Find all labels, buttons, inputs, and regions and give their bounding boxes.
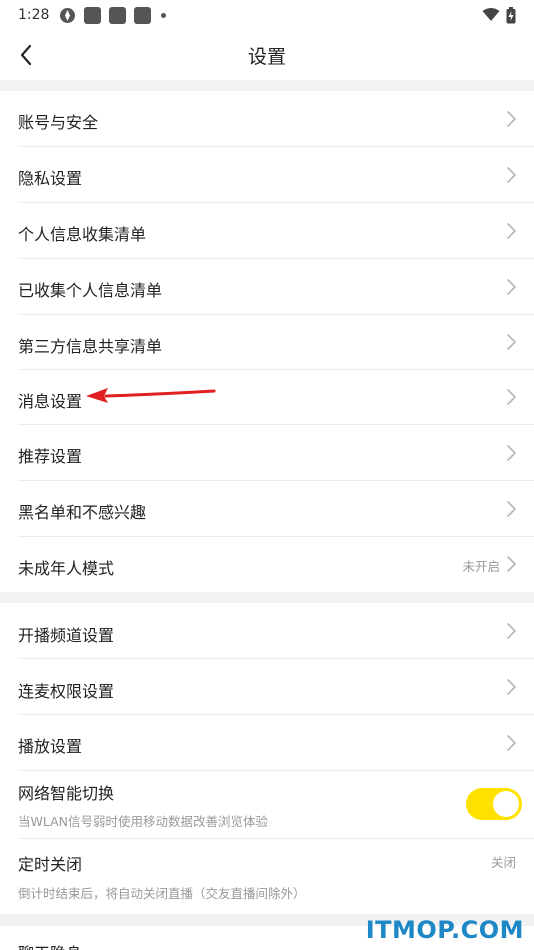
settings-item-label: 推荐设置 xyxy=(18,447,83,466)
minor-mode-status: 未开启 xyxy=(462,559,500,574)
settings-item-blacklist[interactable]: 黑名单和不感兴趣 xyxy=(0,481,534,537)
settings-item-label: 聊天隐身 xyxy=(18,940,82,950)
settings-item-label: 隐私设置 xyxy=(18,169,83,188)
settings-item-description: 当WLAN信号弱时使用移动数据改善浏览体验 xyxy=(18,814,269,829)
settings-item-network-switch: 网络智能切换 当WLAN信号弱时使用移动数据改善浏览体验 xyxy=(0,771,534,839)
settings-item-collected-info-list[interactable]: 已收集个人信息清单 xyxy=(0,259,534,315)
chevron-right-icon xyxy=(507,167,516,183)
settings-item-privacy[interactable]: 隐私设置 xyxy=(0,147,534,203)
chevron-right-icon xyxy=(507,389,516,405)
wifi-icon xyxy=(482,8,500,21)
notification-icon xyxy=(109,6,127,24)
status-time: 1:28 xyxy=(18,7,50,23)
chevron-right-icon xyxy=(507,111,516,127)
settings-item-label: 黑名单和不感兴趣 xyxy=(18,503,147,522)
settings-item-co-host-permission[interactable]: 连麦权限设置 xyxy=(0,659,534,715)
settings-item-broadcast-channel[interactable]: 开播频道设置 xyxy=(0,603,534,659)
settings-item-third-party-sharing[interactable]: 第三方信息共享清单 xyxy=(0,315,534,370)
settings-item-message[interactable]: 消息设置 xyxy=(0,370,534,425)
settings-item-label: 消息设置 xyxy=(18,392,83,411)
settings-item-recommendation[interactable]: 推荐设置 xyxy=(0,425,534,481)
battery-icon xyxy=(506,6,516,23)
settings-item-label: 已收集个人信息清单 xyxy=(18,281,163,300)
chevron-right-icon xyxy=(507,334,516,350)
back-button[interactable] xyxy=(12,41,40,69)
chevron-right-icon xyxy=(507,501,516,517)
network-switch-toggle[interactable] xyxy=(466,788,522,820)
settings-item-playback[interactable]: 播放设置 xyxy=(0,715,534,771)
settings-item-label: 未成年人模式 xyxy=(18,559,115,578)
section-gap xyxy=(0,80,534,91)
chevron-right-icon xyxy=(507,556,516,572)
status-bar: 1:28 xyxy=(0,0,534,30)
chevron-right-icon xyxy=(507,623,516,639)
notification-icon xyxy=(134,6,152,24)
settings-item-label: 连麦权限设置 xyxy=(18,682,115,701)
chevron-right-icon xyxy=(507,445,516,461)
settings-item-label: 账号与安全 xyxy=(18,113,99,132)
notification-icon xyxy=(84,6,102,24)
chevron-right-icon xyxy=(507,223,516,239)
timer-status: 关闭 xyxy=(490,855,516,870)
settings-item-label: 网络智能切换 xyxy=(18,784,115,803)
back-arrow-icon xyxy=(20,44,32,66)
settings-item-label: 个人信息收集清单 xyxy=(18,225,147,244)
watermark: ITMOP.COM xyxy=(365,916,524,944)
settings-item-label: 开播频道设置 xyxy=(18,626,115,645)
settings-item-label: 第三方信息共享清单 xyxy=(18,337,163,356)
more-notifications-dot xyxy=(161,12,167,18)
app-notification-icon xyxy=(60,7,76,23)
page-title: 设置 xyxy=(247,45,286,68)
settings-item-personal-info-list[interactable]: 个人信息收集清单 xyxy=(0,203,534,259)
chevron-right-icon xyxy=(507,735,516,751)
settings-item-timer-close[interactable]: 定时关闭 关闭 倒计时结束后，将自动关闭直播（交友直播间除外） xyxy=(0,839,534,914)
chevron-right-icon xyxy=(507,279,516,295)
nav-bar: 设置 xyxy=(0,30,534,80)
settings-item-account-security[interactable]: 账号与安全 xyxy=(0,91,534,147)
settings-item-label: 播放设置 xyxy=(18,737,83,756)
settings-item-label: 定时关闭 xyxy=(18,855,83,874)
section-gap xyxy=(0,592,534,603)
settings-item-description: 倒计时结束后，将自动关闭直播（交友直播间除外） xyxy=(18,886,306,901)
annotation-arrow-icon xyxy=(86,388,216,403)
chevron-right-icon xyxy=(507,679,516,695)
toggle-knob xyxy=(493,791,519,817)
settings-item-minor-mode[interactable]: 未成年人模式 未开启 xyxy=(0,537,534,592)
